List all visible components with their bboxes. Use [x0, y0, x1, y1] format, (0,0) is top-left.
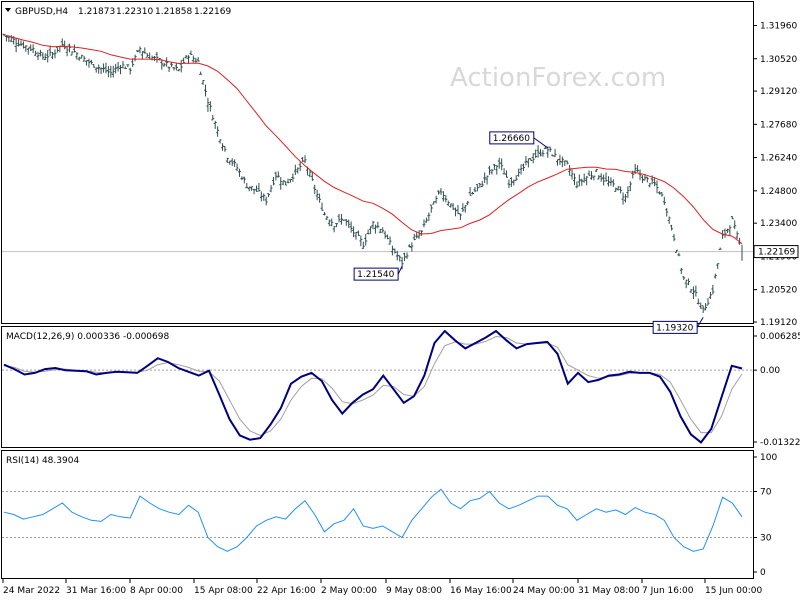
macd-ytick-label: 0.00 [760, 366, 780, 376]
header-open: 1.21873 [78, 7, 115, 17]
header-high: 1.22310 [116, 7, 153, 17]
header-close: 1.22169 [194, 7, 231, 17]
rsi-panel[interactable] [1, 450, 754, 579]
rsi-ytick-label: 70 [760, 488, 772, 498]
x-tick-label: 2 May 00:00 [321, 586, 377, 596]
header-symbol: GBPUSD,H4 [15, 7, 68, 17]
price-ytick-label: 1.26240 [760, 154, 797, 164]
x-tick-label: 31 Mar 16:00 [66, 586, 126, 596]
price-annotation: 1.21540 [353, 265, 403, 281]
trading-chart[interactable]: ActionForex.com GBPUSD,H4 1.21873 1.2231… [0, 0, 800, 600]
price-ytick-label: 1.31960 [760, 22, 797, 32]
x-tick-label: 7 Jun 16:00 [642, 586, 694, 596]
x-tick-label: 24 May 00:00 [513, 586, 575, 596]
svg-text:1.21540: 1.21540 [357, 270, 394, 280]
price-ytick-label: 1.19120 [760, 318, 797, 328]
watermark: ActionForex.com [450, 63, 666, 93]
x-tick-label: 22 Apr 16:00 [257, 586, 316, 596]
rsi-ytick-label: 100 [760, 453, 777, 463]
x-tick-label: 15 Apr 08:00 [194, 586, 253, 596]
macd-panel[interactable] [1, 326, 754, 448]
price-header: GBPUSD,H4 1.21873 1.22310 1.21858 1.2216… [5, 7, 231, 17]
header-low: 1.21858 [155, 7, 192, 17]
price-ytick-label: 1.20520 [760, 286, 797, 296]
svg-text:1.19320: 1.19320 [656, 323, 693, 333]
macd-header: MACD(12,26,9) 0.000336 -0.000698 [6, 332, 169, 342]
x-tick-label: 24 Mar 2022 [3, 586, 60, 596]
price-ytick-label: 1.24800 [760, 187, 797, 197]
price-ytick-label: 1.29120 [760, 87, 797, 97]
rsi-ytick-label: 30 [760, 534, 772, 544]
macd-ytick-label: -0.013223 [760, 438, 800, 448]
x-tick-label: 31 May 08:00 [578, 586, 640, 596]
rsi-ytick-label: 0 [760, 568, 766, 578]
x-tick-label: 8 Apr 00:00 [130, 586, 183, 596]
macd-ytick-label: 0.006285 [760, 332, 800, 342]
x-tick-label: 15 Jun 00:00 [705, 586, 762, 596]
price-ytick-label: 1.23400 [760, 219, 797, 229]
price-ytick-label: 1.30520 [760, 55, 797, 65]
x-tick-label: 16 May 16:00 [450, 586, 512, 596]
svg-text:1.26660: 1.26660 [493, 134, 530, 144]
current-price-label: 1.22169 [758, 248, 795, 258]
price-ytick-label: 1.27680 [760, 120, 797, 130]
rsi-header: RSI(14) 48.3904 [6, 456, 79, 466]
x-tick-label: 9 May 08:00 [386, 586, 442, 596]
